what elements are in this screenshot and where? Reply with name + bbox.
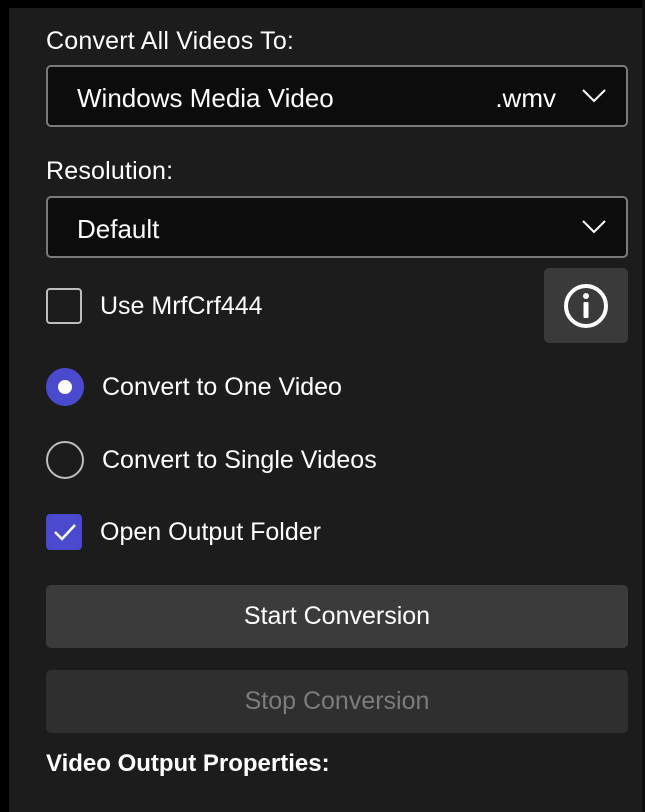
open-output-folder-checkbox[interactable] bbox=[46, 514, 82, 550]
info-icon bbox=[564, 283, 608, 328]
format-dropdown-extension: .wmv bbox=[495, 83, 556, 113]
open-output-folder-option[interactable]: Open Output Folder bbox=[46, 512, 321, 552]
convert-one-video-option[interactable]: Convert to One Video bbox=[46, 367, 342, 407]
use-mrfcrf444-label: Use MrfCrf444 bbox=[100, 291, 263, 320]
convert-one-video-radio[interactable] bbox=[46, 368, 84, 406]
video-output-properties-heading: Video Output Properties: bbox=[46, 750, 330, 777]
resolution-dropdown-value: Default bbox=[77, 214, 160, 244]
stop-conversion-button[interactable]: Stop Conversion bbox=[46, 670, 628, 733]
convert-single-videos-option[interactable]: Convert to Single Videos bbox=[46, 440, 377, 480]
info-button[interactable] bbox=[544, 268, 628, 343]
resolution-label: Resolution: bbox=[46, 157, 174, 185]
format-dropdown-value: Windows Media Video bbox=[77, 83, 334, 113]
chevron-down-icon bbox=[582, 220, 606, 234]
open-output-folder-label: Open Output Folder bbox=[100, 517, 321, 546]
chevron-down-icon bbox=[582, 89, 606, 103]
convert-to-label: Convert All Videos To: bbox=[46, 27, 295, 55]
use-mrfcrf444-option[interactable]: Use MrfCrf444 bbox=[46, 286, 263, 326]
convert-single-videos-radio[interactable] bbox=[46, 441, 84, 479]
format-dropdown[interactable]: Windows Media Video .wmv bbox=[46, 65, 628, 127]
checkmark-icon bbox=[54, 524, 76, 541]
use-mrfcrf444-checkbox[interactable] bbox=[46, 288, 82, 324]
convert-single-videos-label: Convert to Single Videos bbox=[102, 445, 377, 474]
convert-one-video-label: Convert to One Video bbox=[102, 372, 342, 401]
start-conversion-button[interactable]: Start Conversion bbox=[46, 585, 628, 648]
resolution-dropdown[interactable]: Default bbox=[46, 196, 628, 258]
